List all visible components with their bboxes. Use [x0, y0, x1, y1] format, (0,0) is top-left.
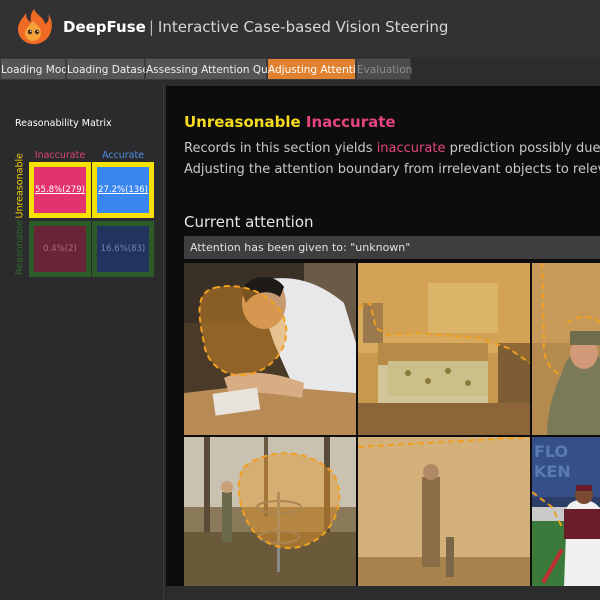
cell-value: 0.4%(2) — [43, 244, 77, 254]
main-content: Unreasonable Inaccurate Records in this … — [166, 86, 600, 600]
section-title-inaccurate: Inaccurate — [305, 113, 396, 131]
app-subtitle: Interactive Case-based Vision Steering — [157, 18, 449, 36]
svg-text:KEN: KEN — [534, 462, 571, 481]
cell-value: 55.8%(279) — [35, 185, 85, 195]
tab-loading-dataset[interactable]: Loading Dataset — [66, 58, 153, 80]
title-separator: | — [148, 18, 154, 36]
image-thumbnail[interactable] — [184, 263, 356, 435]
app-name: DeepFuse — [63, 18, 146, 36]
section-description-line-1: Records in this section yields inaccurat… — [184, 141, 600, 156]
matrix-cell-unreasonable-inaccurate[interactable]: 55.8%(279) — [29, 162, 91, 218]
tab-loading-model[interactable]: Loading Model — [0, 58, 77, 80]
cell-value: 27.2%(136) — [98, 185, 148, 195]
matrix-title: Reasonability Matrix — [15, 118, 112, 129]
cell-value: 16.6%(83) — [100, 244, 146, 254]
image-thumbnail[interactable] — [532, 263, 600, 435]
current-attention-heading: Current attention — [184, 213, 314, 231]
tab-adjusting-attention[interactable]: Adjusting Attention — [267, 58, 369, 80]
matrix-cell-reasonable-accurate[interactable]: 16.6%(83) — [92, 221, 154, 277]
row-label-unreasonable: Unreasonable — [14, 153, 26, 219]
image-thumbnail[interactable]: FLO KEN — [532, 437, 600, 586]
sidebar: Reasonability Matrix Inaccurate Accurate… — [0, 82, 164, 600]
desc-text: prediction possibly due to — [449, 141, 600, 156]
column-label-inaccurate: Inaccurate — [34, 150, 86, 161]
workflow-tabs: Loading Model Loading Dataset Assessing … — [0, 58, 600, 80]
section-panel: Unreasonable Inaccurate Records in this … — [166, 86, 600, 586]
section-description-line-2: Adjusting the attention boundary from ir… — [184, 162, 600, 177]
tab-assessing-attention-quality[interactable]: Assessing Attention Quality — [145, 58, 290, 80]
row-label-reasonable: Reasonable — [14, 220, 26, 275]
app-header: DeepFuse | Interactive Case-based Vision S… — [0, 0, 600, 57]
image-grid: FLO KEN — [184, 263, 600, 586]
app-title: DeepFuse | Interactive Case-based Vision S… — [63, 18, 448, 36]
desc-highlight-inaccurate: inaccurate — [376, 141, 446, 156]
desc-text: Records in this section yields — [184, 141, 377, 156]
section-title: Unreasonable Inaccurate — [184, 113, 396, 131]
column-label-accurate: Accurate — [101, 150, 145, 161]
image-thumbnail[interactable] — [358, 263, 530, 435]
app-window: DeepFuse | Interactive Case-based Vision S… — [0, 0, 600, 600]
image-thumbnail[interactable] — [358, 437, 530, 586]
matrix-cell-unreasonable-accurate[interactable]: 27.2%(136) — [92, 162, 154, 218]
svg-text:FLO: FLO — [534, 442, 568, 461]
tab-evaluation: Evaluation — [356, 58, 412, 80]
attention-given-bar: Attention has been given to: "unknown" — [184, 236, 600, 259]
flame-logo-icon — [18, 9, 52, 45]
matrix-cell-reasonable-inaccurate[interactable]: 0.4%(2) — [29, 221, 91, 277]
section-title-unreasonable: Unreasonable — [184, 113, 301, 131]
image-thumbnail[interactable] — [184, 437, 356, 586]
